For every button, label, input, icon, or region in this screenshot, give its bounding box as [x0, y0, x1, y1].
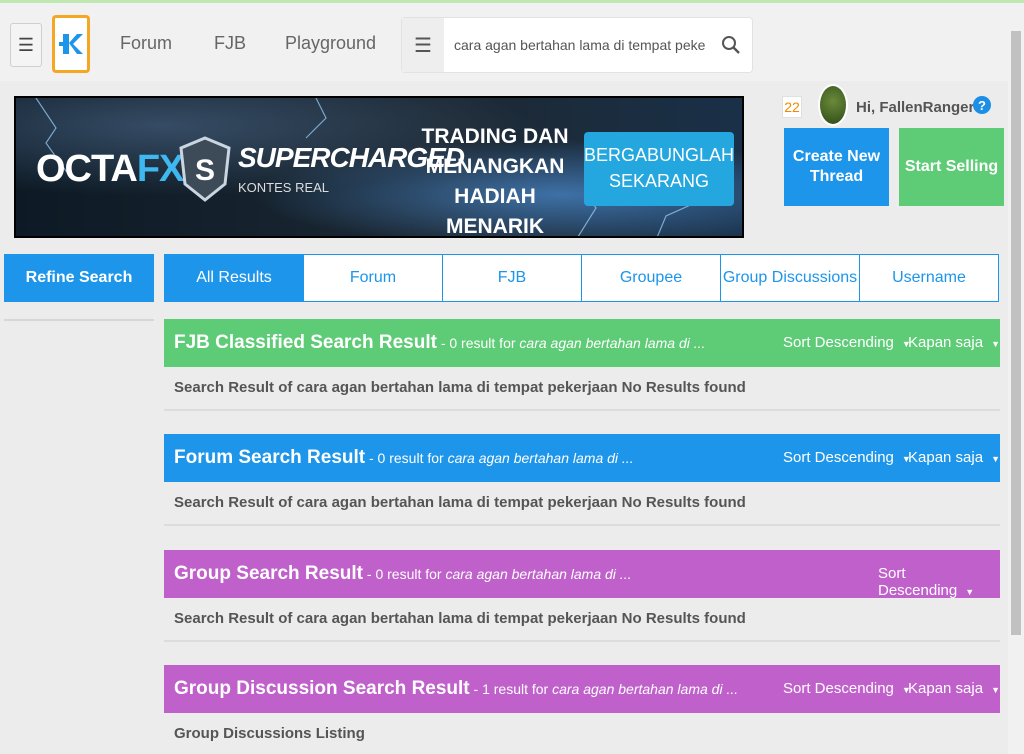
- group-result-section: Group Search Result - 0 result for cara …: [164, 550, 1000, 642]
- time-label: Kapan saja: [908, 334, 984, 351]
- sort-dropdown[interactable]: Sort Descending ▼: [783, 334, 911, 351]
- scrollbar-thumb[interactable]: [1011, 31, 1021, 635]
- shield-logo-icon: S: [179, 136, 231, 202]
- result-query: cara agan bertahan lama di ...: [519, 335, 706, 351]
- result-tabs: All Results Forum FJB Groupee Group Disc…: [164, 254, 999, 302]
- section-title-text: FJB Classified Search Result: [174, 332, 437, 353]
- hamburger-icon[interactable]: ☰: [10, 23, 42, 67]
- notification-count[interactable]: 22: [782, 96, 802, 118]
- tab-all-results[interactable]: All Results: [165, 255, 304, 301]
- create-thread-button[interactable]: Create New Thread: [784, 128, 889, 206]
- search-input[interactable]: [454, 18, 706, 72]
- time-dropdown[interactable]: Kapan saja ▼: [908, 334, 1000, 351]
- sort-label: Sort Descending: [783, 334, 894, 351]
- group-discussion-result-section: Group Discussion Search Result - 1 resul…: [164, 665, 1000, 754]
- chevron-down-icon: ▼: [965, 587, 975, 597]
- chevron-down-icon: ▼: [991, 339, 1000, 349]
- section-title-text: Group Discussion Search Result: [174, 678, 470, 699]
- section-header: Group Search Result - 0 result for cara …: [164, 550, 1000, 599]
- chevron-down-icon: ▼: [991, 454, 1000, 464]
- section-title-text: Forum Search Result: [174, 447, 366, 468]
- nav-link-playground[interactable]: Playground: [285, 33, 376, 54]
- fx-text: FX: [136, 148, 185, 190]
- user-greeting[interactable]: Hi, FallenRangers: [856, 99, 983, 116]
- fjb-result-section: FJB Classified Search Result - 0 result …: [164, 319, 1000, 411]
- tab-fjb[interactable]: FJB: [443, 255, 582, 301]
- list-icon[interactable]: ☰: [402, 18, 444, 72]
- sort-dropdown[interactable]: Sort Descending ▼: [783, 449, 911, 466]
- section-title: Group Search Result - 0 result for cara …: [174, 563, 631, 585]
- result-query: cara agan bertahan lama di ...: [447, 450, 634, 466]
- result-count: - 1 result for: [469, 681, 553, 697]
- banner-subheadline: KONTES REAL: [238, 180, 330, 195]
- section-title: FJB Classified Search Result - 0 result …: [174, 332, 705, 354]
- section-header: Forum Search Result - 0 result for cara …: [164, 434, 1000, 482]
- time-label: Kapan saja: [908, 449, 984, 466]
- time-dropdown[interactable]: Kapan saja ▼: [908, 680, 1000, 697]
- forum-result-section: Forum Search Result - 0 result for cara …: [164, 434, 1000, 526]
- result-query: cara agan bertahan lama di ...: [445, 566, 632, 582]
- sort-dropdown[interactable]: Sort Descending ▼: [783, 680, 911, 697]
- octafx-logo: OCTAFX: [36, 148, 185, 191]
- result-count: - 0 result for: [365, 450, 448, 466]
- section-title-text: Group Search Result: [174, 563, 363, 584]
- time-label: Kapan saja: [908, 680, 984, 697]
- kaskus-logo-icon[interactable]: [52, 15, 90, 73]
- result-count: - 0 result for: [363, 566, 446, 582]
- nav-link-fjb[interactable]: FJB: [214, 33, 246, 54]
- tab-forum[interactable]: Forum: [304, 255, 443, 301]
- section-body[interactable]: Group Discussions Listing: [164, 713, 1000, 754]
- banner-promo-text: TRADING DAN MENANGKAN HADIAH MENARIK: [421, 125, 569, 238]
- time-dropdown[interactable]: Kapan saja ▼: [908, 449, 1000, 466]
- help-icon[interactable]: ?: [973, 96, 991, 114]
- search-icon[interactable]: [720, 34, 742, 56]
- start-selling-button[interactable]: Start Selling: [899, 128, 1004, 206]
- search-bar: ☰: [402, 18, 752, 72]
- tab-groupee[interactable]: Groupee: [582, 255, 721, 301]
- section-title: Group Discussion Search Result - 1 resul…: [174, 678, 738, 700]
- section-body: Search Result of cara agan bertahan lama…: [164, 367, 1000, 411]
- result-query: cara agan bertahan lama di ...: [552, 681, 739, 697]
- ad-banner[interactable]: OCTAFX S SUPERCHARGED KONTES REAL TRADIN…: [14, 96, 744, 238]
- refine-search-button[interactable]: Refine Search: [4, 254, 154, 302]
- sort-label: Sort Descending: [878, 565, 958, 599]
- octa-text: OCTA: [36, 148, 138, 190]
- section-header: Group Discussion Search Result - 1 resul…: [164, 665, 1000, 713]
- banner-cta-button[interactable]: BERGABUNGLAH SEKARANG: [584, 132, 734, 206]
- sort-dropdown[interactable]: Sort Descending ▼: [878, 565, 1000, 599]
- sort-label: Sort Descending: [783, 680, 894, 697]
- svg-text:S: S: [195, 154, 215, 187]
- sort-label: Sort Descending: [783, 449, 894, 466]
- section-body: Search Result of cara agan bertahan lama…: [164, 482, 1000, 526]
- section-header: FJB Classified Search Result - 0 result …: [164, 319, 1000, 367]
- top-header: ☰ Forum FJB Playground ☰: [0, 3, 1008, 81]
- page-scrollbar[interactable]: [1008, 3, 1024, 754]
- chevron-down-icon: ▼: [991, 685, 1000, 695]
- nav-link-forum[interactable]: Forum: [120, 33, 172, 54]
- tab-group-discussions[interactable]: Group Discussions: [721, 255, 860, 301]
- divider: [4, 319, 154, 321]
- section-title: Forum Search Result - 0 result for cara …: [174, 447, 634, 469]
- tab-username[interactable]: Username: [860, 255, 998, 301]
- avatar[interactable]: [818, 84, 848, 126]
- section-body: Search Result of cara agan bertahan lama…: [164, 598, 1000, 642]
- result-count: - 0 result for: [436, 335, 520, 351]
